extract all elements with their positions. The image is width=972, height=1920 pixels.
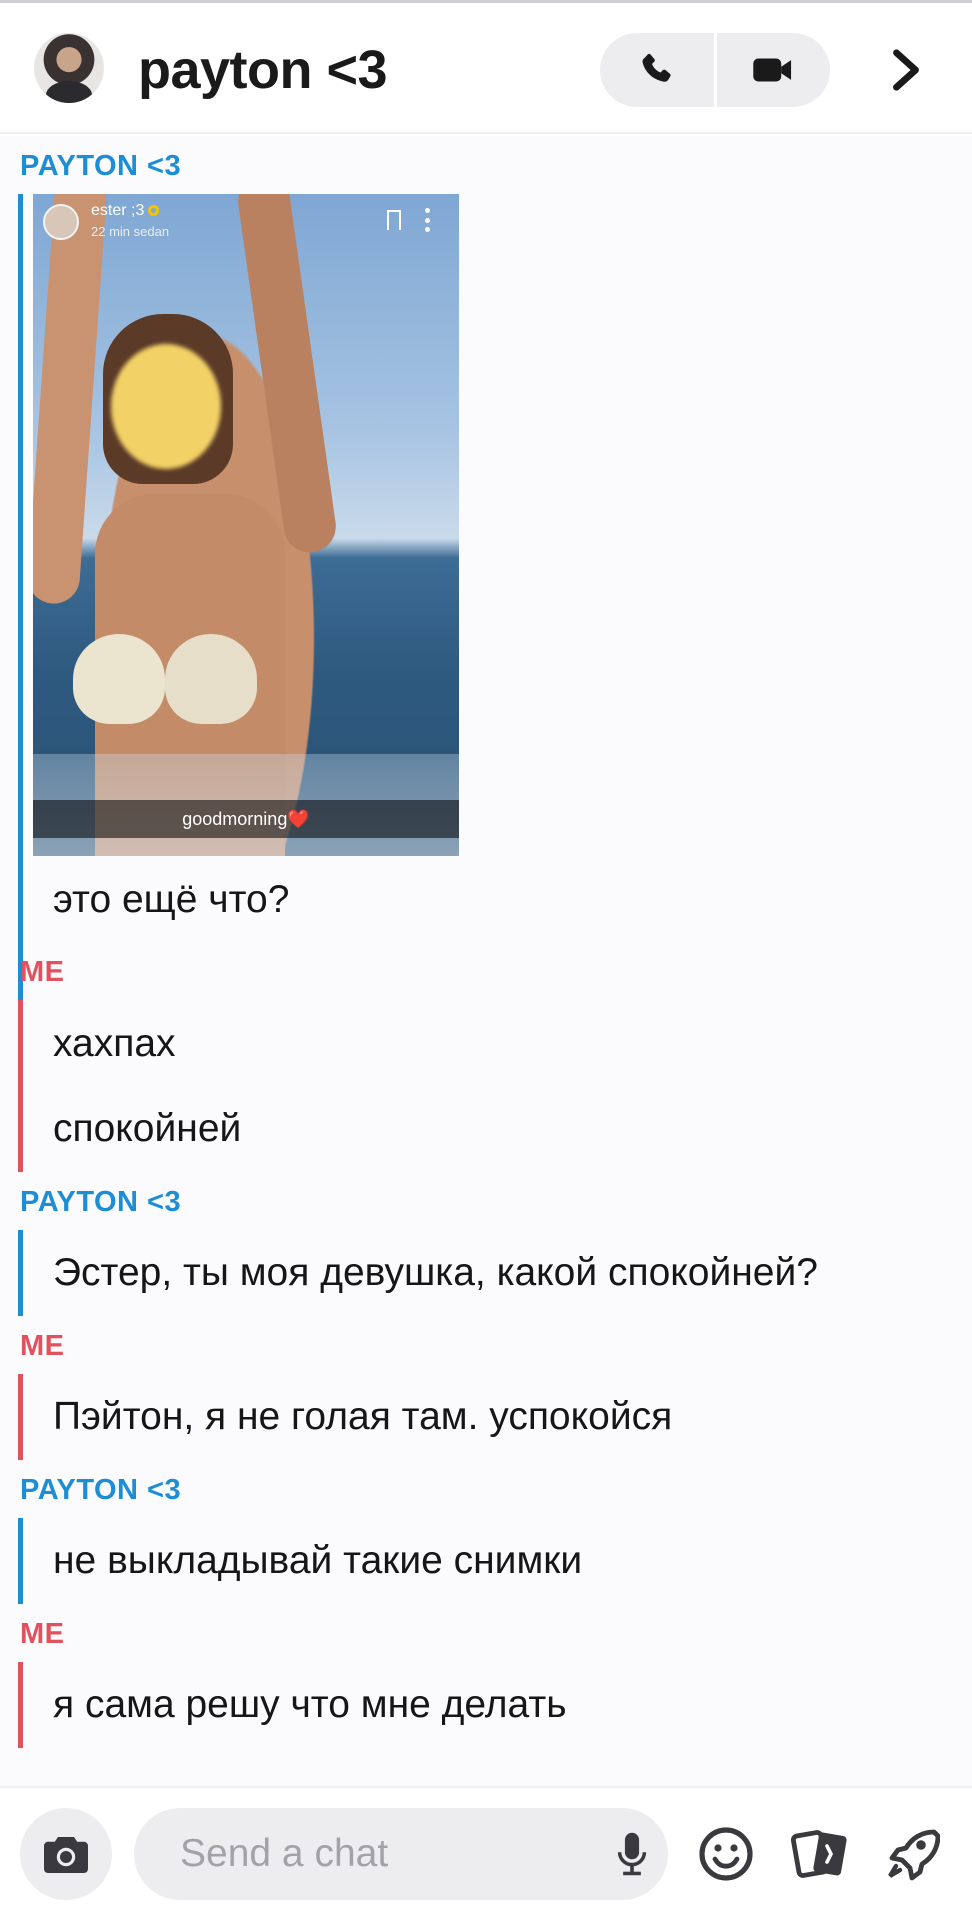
chat-composer xyxy=(0,1786,972,1920)
snap-caption: goodmorning❤️ xyxy=(33,800,459,838)
snap-user-avatar xyxy=(43,204,79,240)
video-call-button[interactable] xyxy=(717,33,831,107)
message-group-bar xyxy=(18,1000,23,1172)
sender-label-me: ME xyxy=(20,1618,65,1650)
chat-message: не выкладывай такие снимки xyxy=(53,1539,583,1582)
microphone-button[interactable] xyxy=(612,1828,652,1880)
more-vertical-icon xyxy=(425,208,431,232)
chat-message: Пэйтон, я не голая там. успокойся xyxy=(53,1395,673,1438)
chat-thread[interactable]: PAYTON <3 ester ;3 22 min sedan goodmorn… xyxy=(0,136,972,1786)
phone-icon xyxy=(642,53,671,82)
shared-snap-image[interactable]: ester ;3 22 min sedan goodmorning❤️ xyxy=(33,194,459,856)
message-group-bar xyxy=(18,194,23,1078)
stickers-button[interactable] xyxy=(788,1822,852,1886)
chat-message: это ещё что? xyxy=(53,878,290,921)
sender-label-payton: PAYTON <3 xyxy=(20,150,182,182)
snap-username: ester ;3 xyxy=(91,202,145,219)
send-chat-input[interactable] xyxy=(134,1808,668,1900)
chat-message: хахпах xyxy=(53,1022,176,1065)
games-button[interactable] xyxy=(880,1822,944,1886)
chat-header: payton <3 xyxy=(0,3,972,134)
bookmark-icon xyxy=(387,210,401,230)
video-camera-icon xyxy=(753,58,792,82)
sender-label-payton: PAYTON <3 xyxy=(20,1186,182,1218)
snap-header: ester ;3 22 min sedan xyxy=(43,202,449,246)
profile-avatar[interactable] xyxy=(34,33,104,103)
camera-button[interactable] xyxy=(20,1808,112,1900)
chat-options-button[interactable] xyxy=(878,39,934,101)
sender-label-me: ME xyxy=(20,956,65,988)
emoji-icon xyxy=(699,1827,753,1881)
rocket-icon xyxy=(888,1829,940,1881)
emoji-button[interactable] xyxy=(694,1822,758,1886)
cards-icon xyxy=(790,1830,847,1878)
message-group-bar xyxy=(18,1374,23,1460)
sender-label-payton: PAYTON <3 xyxy=(20,1474,182,1506)
message-group-bar xyxy=(18,1662,23,1748)
snap-timestamp: 22 min sedan xyxy=(91,224,170,239)
message-group-bar xyxy=(18,1518,23,1604)
message-group-bar xyxy=(18,1230,23,1316)
voice-call-button[interactable] xyxy=(600,33,714,107)
call-button-group xyxy=(600,33,830,107)
chat-message: я сама решу что мне делать xyxy=(53,1683,567,1726)
gold-ring-icon xyxy=(148,205,160,216)
sender-label-me: ME xyxy=(20,1330,65,1362)
microphone-icon xyxy=(617,1832,647,1876)
blurred-face xyxy=(111,344,221,469)
chat-title[interactable]: payton <3 xyxy=(138,39,388,101)
chat-message: спокойней xyxy=(53,1107,242,1150)
camera-icon xyxy=(44,1837,88,1873)
chevron-right-icon xyxy=(893,49,919,91)
chat-message: Эстер, ты моя девушка, какой спокойней? xyxy=(53,1251,818,1294)
